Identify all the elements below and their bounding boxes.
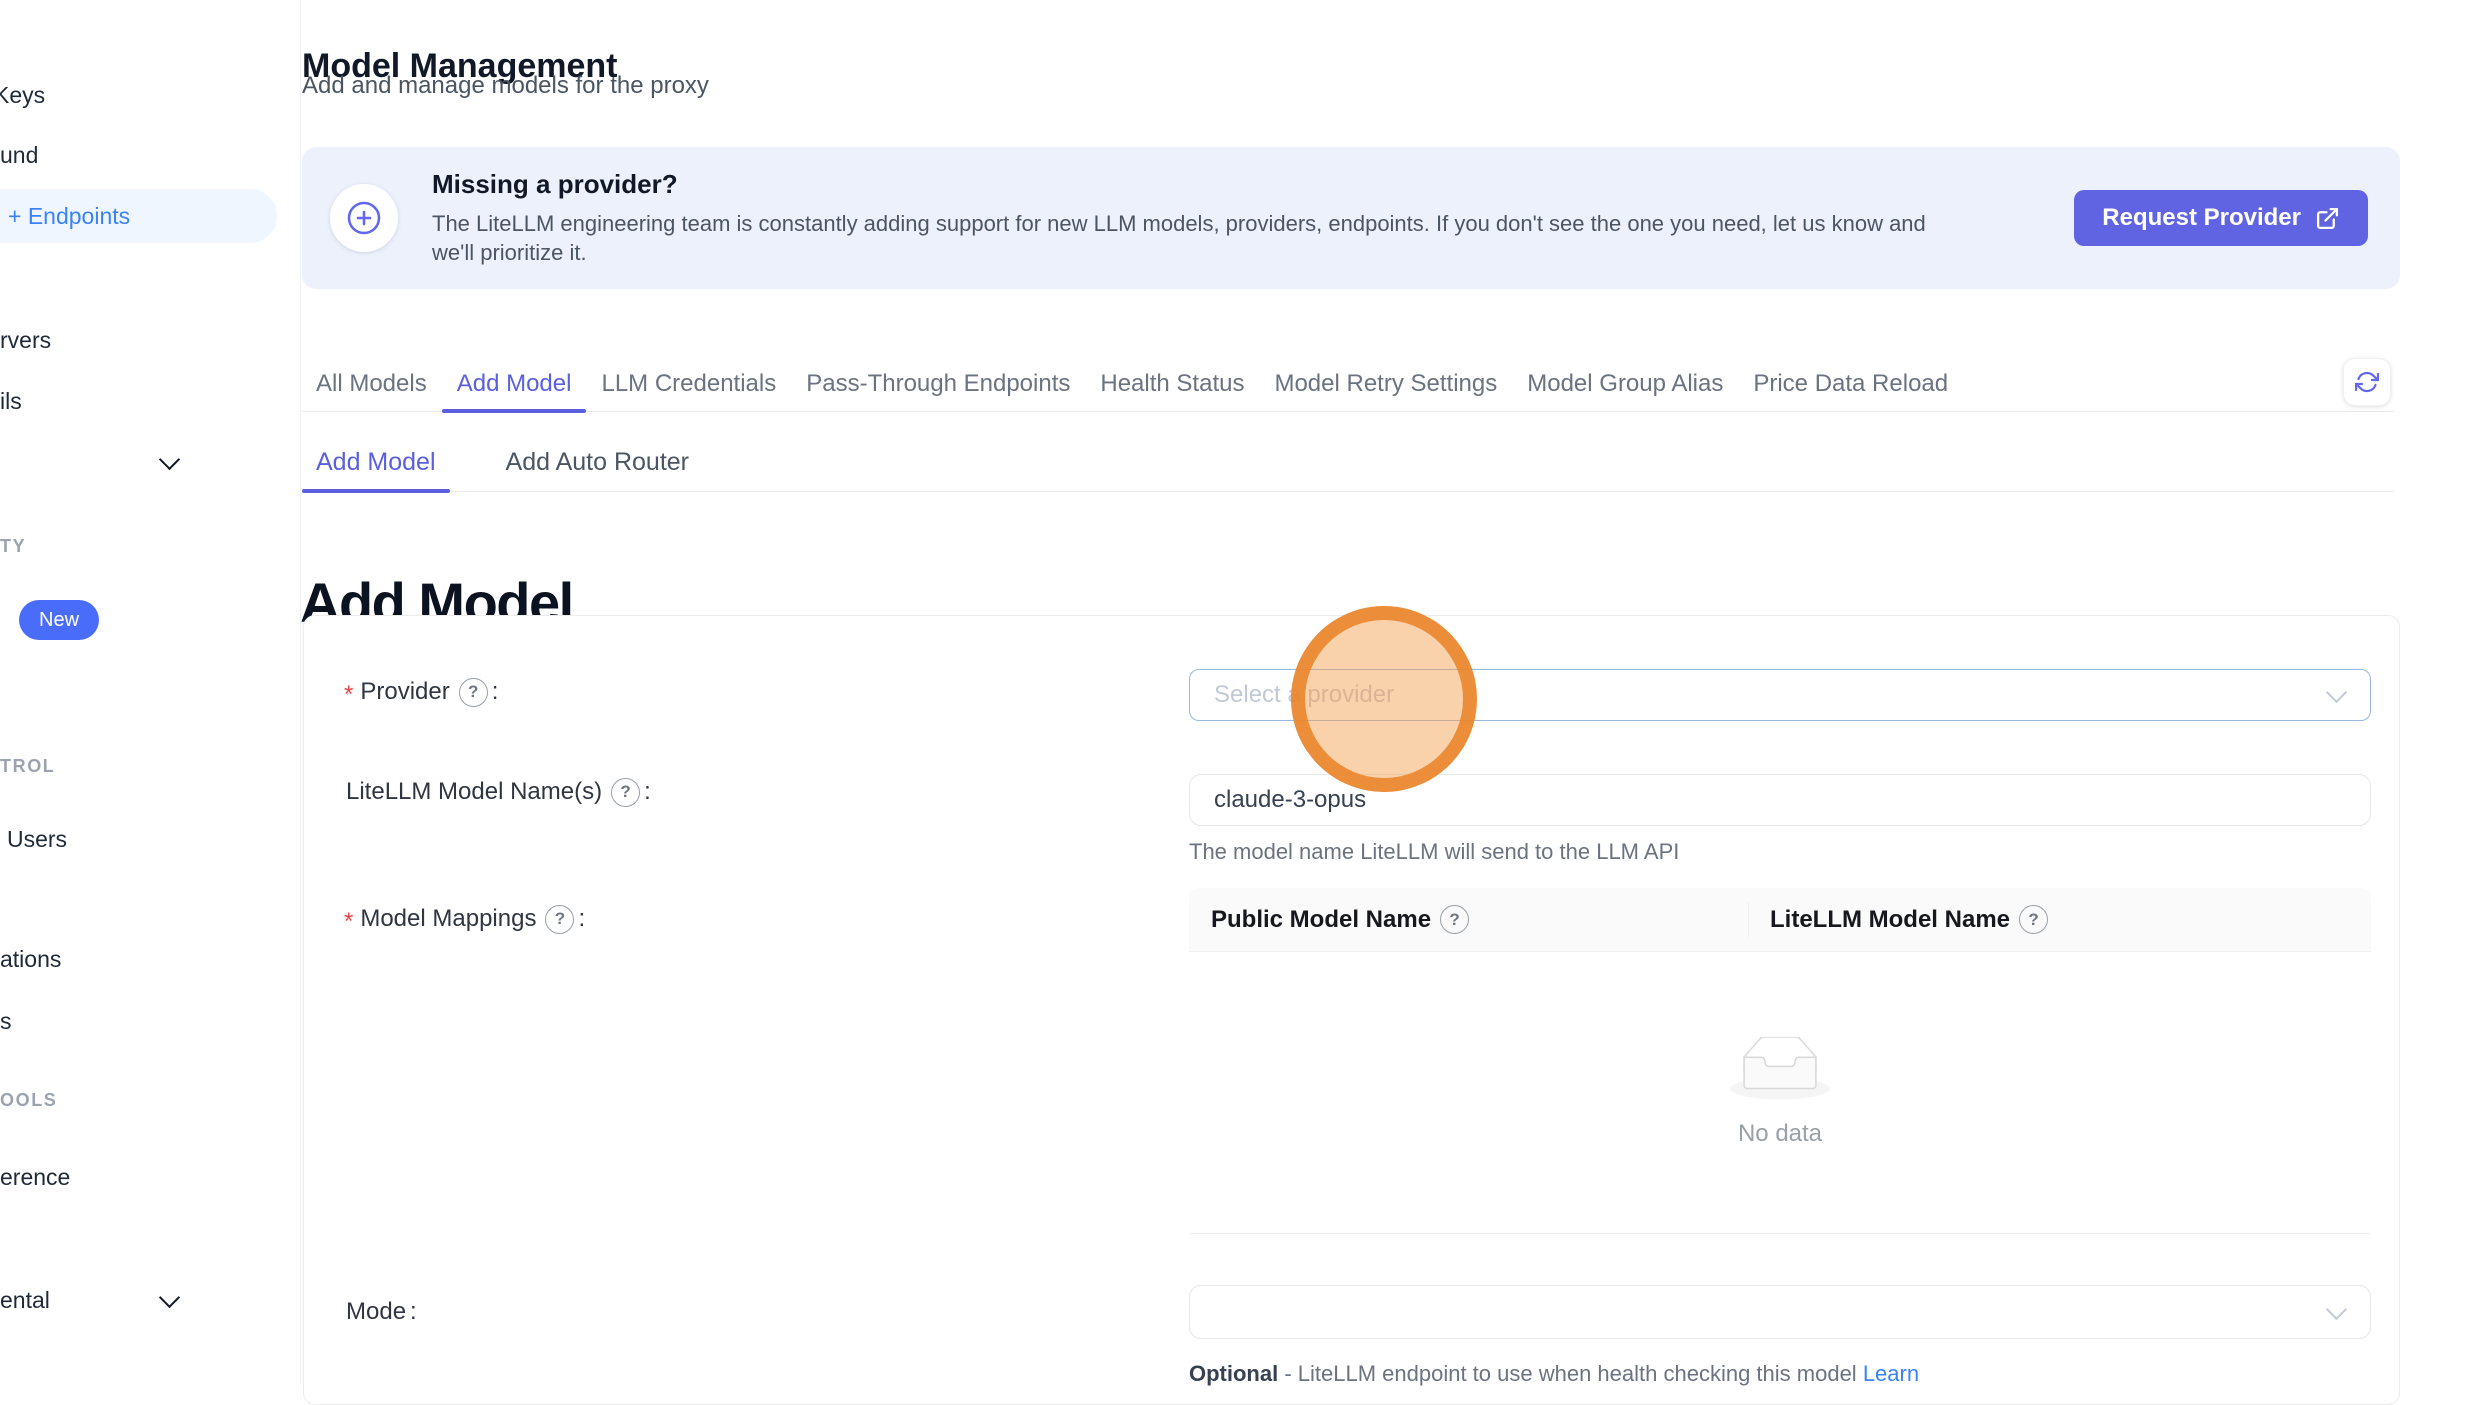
sidebar-item-playground[interactable]: und: [0, 140, 38, 170]
tab-price-data-reload[interactable]: Price Data Reload: [1753, 356, 1948, 411]
no-data-text: No data: [1189, 1120, 2371, 1148]
refresh-button[interactable]: [2343, 358, 2391, 406]
model-name-helper: The model name LiteLLM will send to the …: [1189, 839, 1679, 865]
plus-circle-badge: [330, 184, 398, 252]
model-name-label-text: LiteLLM Model Name(s): [346, 777, 602, 807]
model-mappings-label-text: Model Mappings: [360, 904, 536, 934]
sidebar-item-keys[interactable]: Keys: [0, 80, 45, 110]
help-icon[interactable]: ?: [2019, 905, 2048, 934]
banner-title: Missing a provider?: [432, 169, 678, 200]
add-model-form-card: * Provider ? : Select a provider LiteLLM…: [303, 615, 2400, 1405]
empty-state: No data: [1189, 1037, 2371, 1148]
required-marker: *: [344, 907, 353, 937]
provider-select-placeholder: Select a provider: [1214, 681, 1394, 709]
subtab-add-auto-router[interactable]: Add Auto Router: [492, 434, 703, 491]
mappings-table-empty-body: No data: [1189, 952, 2371, 1234]
sidebar-section-label-trol: TROL: [0, 756, 55, 777]
chevron-down-icon[interactable]: [159, 1287, 180, 1308]
sidebar-item-erence[interactable]: erence: [0, 1162, 70, 1192]
subtab-add-model[interactable]: Add Model: [302, 434, 450, 491]
help-icon[interactable]: ?: [545, 905, 574, 934]
tab-llm-credentials[interactable]: LLM Credentials: [601, 356, 776, 411]
litellm-model-name-header-text: LiteLLM Model Name: [1770, 906, 2010, 934]
help-icon[interactable]: ?: [459, 678, 488, 707]
chevron-down-icon: [2326, 682, 2347, 703]
request-provider-button[interactable]: Request Provider: [2074, 190, 2368, 246]
banner-body-line1: The LiteLLM engineering team is constant…: [432, 209, 1926, 238]
label-colon: :: [410, 1297, 417, 1327]
tab-pass-through-endpoints[interactable]: Pass-Through Endpoints: [806, 356, 1070, 411]
column-divider: [1748, 902, 1749, 937]
label-colon: :: [644, 777, 651, 807]
mode-helper-text: - LiteLLM endpoint to use when health ch…: [1278, 1361, 1863, 1386]
mode-helper-optional: Optional: [1189, 1361, 1278, 1386]
tab-all-models[interactable]: All Models: [316, 356, 427, 411]
provider-label: * Provider ? :: [344, 677, 498, 707]
chevron-down-icon[interactable]: [159, 449, 180, 470]
provider-select[interactable]: Select a provider: [1189, 669, 2371, 721]
sidebar-item-s[interactable]: s: [0, 1006, 12, 1036]
sidebar-section-label-ty: TY: [0, 536, 26, 557]
model-name-input[interactable]: claude-3-opus: [1189, 774, 2371, 826]
learn-link[interactable]: Learn: [1863, 1361, 1919, 1386]
sidebar-item-organizations[interactable]: ations: [0, 944, 61, 974]
banner-body-line2: we'll prioritize it.: [432, 238, 1926, 267]
refresh-icon: [2355, 370, 2379, 394]
required-marker: *: [344, 680, 353, 710]
public-model-name-header-text: Public Model Name: [1211, 906, 1431, 934]
tab-bar: All Models Add Model LLM Credentials Pas…: [302, 356, 2394, 412]
empty-inbox-icon: [1730, 1037, 1830, 1101]
plus-circle-icon: [346, 200, 382, 236]
mode-select[interactable]: [1189, 1285, 2371, 1339]
subtab-bar: Add Model Add Auto Router: [302, 434, 2394, 492]
mode-label-text: Mode: [346, 1297, 406, 1327]
request-provider-label: Request Provider: [2102, 204, 2301, 232]
public-model-name-column-header: Public Model Name ?: [1189, 888, 1748, 951]
help-icon[interactable]: ?: [611, 778, 640, 807]
sidebar-item-endpoints-active[interactable]: + Endpoints: [0, 189, 277, 243]
model-name-value: claude-3-opus: [1214, 786, 1366, 814]
sidebar-item-ils[interactable]: ils: [0, 386, 22, 416]
chevron-down-icon: [2326, 1299, 2347, 1320]
label-colon: :: [492, 677, 499, 707]
mappings-table-header: Public Model Name ? LiteLLM Model Name ?: [1189, 888, 2371, 952]
missing-provider-banner: Missing a provider? The LiteLLM engineer…: [302, 147, 2400, 289]
sidebar-item-users[interactable]: Users: [7, 824, 67, 854]
tab-model-group-alias[interactable]: Model Group Alias: [1527, 356, 1723, 411]
banner-body: The LiteLLM engineering team is constant…: [432, 209, 1926, 267]
tab-model-retry-settings[interactable]: Model Retry Settings: [1274, 356, 1497, 411]
tab-health-status[interactable]: Health Status: [1100, 356, 1244, 411]
model-name-label: LiteLLM Model Name(s) ? :: [346, 777, 651, 807]
model-mappings-label: * Model Mappings ? :: [344, 904, 585, 934]
litellm-model-name-column-header: LiteLLM Model Name ?: [1748, 888, 2048, 951]
mode-label: Mode :: [346, 1297, 417, 1327]
model-mappings-table: Public Model Name ? LiteLLM Model Name ?: [1189, 888, 2371, 1234]
page-subtitle: Add and manage models for the proxy: [302, 72, 709, 100]
sidebar-item-endpoints-label: + Endpoints: [8, 203, 130, 230]
help-icon[interactable]: ?: [1440, 905, 1469, 934]
external-link-icon: [2315, 206, 2340, 231]
sidebar: Keys und + Endpoints rvers ils TY New TR…: [0, 0, 301, 1385]
new-badge[interactable]: New: [19, 600, 99, 640]
new-badge-label: New: [39, 609, 79, 632]
mode-helper: Optional - LiteLLM endpoint to use when …: [1189, 1361, 1919, 1387]
tab-add-model[interactable]: Add Model: [457, 356, 572, 411]
sidebar-item-experimental[interactable]: ental: [0, 1285, 50, 1315]
sidebar-section-label-ools: OOLS: [0, 1090, 57, 1111]
provider-label-text: Provider: [360, 677, 449, 707]
sidebar-item-servers[interactable]: rvers: [0, 325, 51, 355]
label-colon: :: [578, 904, 585, 934]
main-content: Model Management Add and manage models f…: [300, 0, 2477, 1385]
